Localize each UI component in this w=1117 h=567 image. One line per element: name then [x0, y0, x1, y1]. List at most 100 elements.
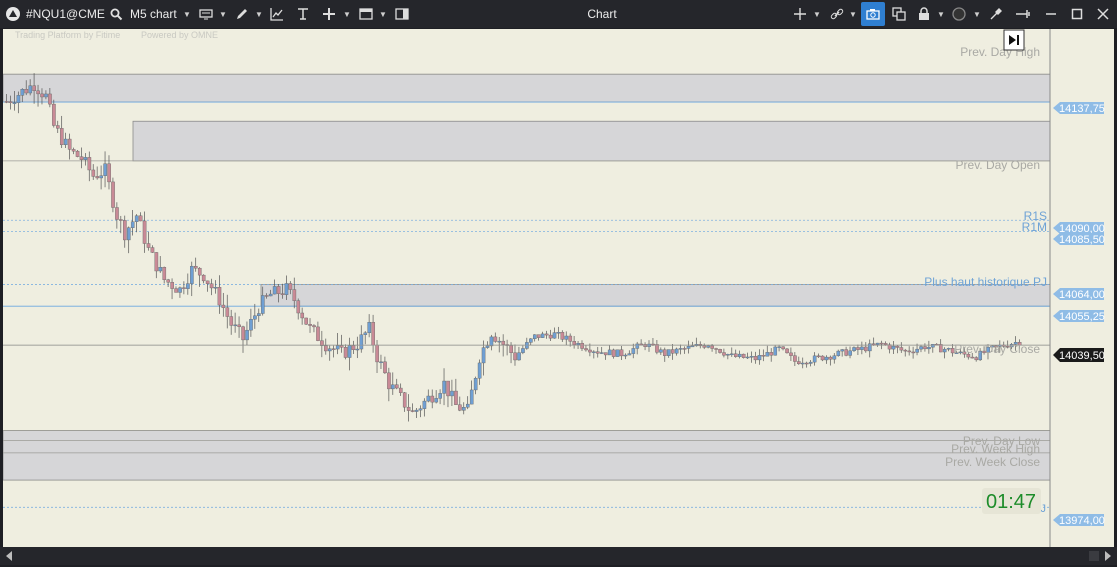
price-chart[interactable]: Trading Platform by Fitime Powered by OM…	[3, 29, 1114, 547]
link-dropdown-icon[interactable]: ▼	[848, 0, 858, 28]
candle-body	[714, 348, 718, 350]
candle-body	[611, 349, 616, 357]
crosshair-dropdown-icon[interactable]: ▼	[812, 0, 822, 28]
candle-body	[99, 175, 104, 179]
candle-body	[903, 349, 908, 352]
candle-body	[450, 390, 454, 397]
candle-body	[95, 176, 100, 179]
templates-icon[interactable]	[294, 0, 312, 28]
chart-type-icon[interactable]	[197, 0, 215, 28]
title-bar: #NQU1@CME M5 chart ▼ ▼ ▼ ▼ ▼ Chart ▼ ▼ ▼…	[0, 0, 1117, 28]
candle-body	[678, 348, 683, 350]
zone-0	[3, 73, 1051, 103]
candle-body	[280, 293, 285, 295]
candle-body	[682, 348, 687, 350]
j-label: J	[1041, 503, 1047, 515]
layout-dropdown-icon[interactable]: ▼	[378, 0, 388, 28]
duplicate-icon[interactable]	[890, 0, 908, 28]
minimize-icon[interactable]	[1042, 0, 1060, 28]
candle-body	[824, 356, 829, 361]
svg-text:14064,00: 14064,00	[1059, 289, 1105, 301]
candle-body	[371, 322, 375, 346]
maximize-icon[interactable]	[1068, 0, 1086, 28]
candle-body	[328, 348, 332, 352]
candle-body	[225, 307, 230, 317]
candle-body	[123, 220, 127, 241]
candle-body	[174, 288, 178, 293]
scroll-right-icon[interactable]	[1105, 551, 1111, 561]
candle-body	[789, 352, 793, 356]
candle-body	[335, 345, 340, 350]
candle-body	[146, 243, 151, 248]
candle-body	[564, 335, 569, 340]
candle-body	[477, 362, 482, 379]
candle-body	[52, 103, 56, 126]
drawing-pencil-icon[interactable]	[233, 0, 251, 28]
status-circle-icon[interactable]	[950, 0, 968, 28]
chart-type-dropdown-icon[interactable]: ▼	[218, 0, 228, 28]
horizontal-scrollbar[interactable]	[0, 547, 1117, 565]
timeframe-dropdown-icon[interactable]: ▼	[182, 0, 192, 28]
add-icon[interactable]	[320, 0, 338, 28]
candle-body	[797, 361, 801, 365]
candle-body	[20, 89, 25, 96]
status-dropdown-icon[interactable]: ▼	[972, 0, 982, 28]
price-tag-14137: 14137,75	[1053, 102, 1105, 115]
candle-body	[4, 101, 9, 103]
candle-body	[264, 295, 269, 297]
camera-icon[interactable]	[861, 2, 885, 26]
candle-body	[59, 128, 64, 146]
candle-body	[773, 346, 778, 356]
candle-body	[312, 325, 316, 328]
candle-body	[170, 282, 174, 289]
candle-body	[473, 378, 478, 391]
candle-body	[864, 346, 868, 352]
layout-icon[interactable]	[357, 0, 375, 28]
chart-area[interactable]: Trading Platform by Fitime Powered by OM…	[3, 29, 1114, 547]
symbol-label[interactable]: #NQU1@CME	[26, 0, 108, 28]
candle-body	[383, 361, 387, 374]
candle-body	[848, 350, 852, 356]
candle-body	[619, 349, 624, 357]
candle-body	[119, 219, 123, 221]
candle-body	[875, 342, 880, 345]
candle-body	[753, 356, 758, 361]
link-icon[interactable]	[828, 0, 846, 28]
candle-body	[249, 319, 253, 331]
candle-body	[324, 345, 328, 352]
tools-icon[interactable]	[987, 0, 1005, 28]
pin-icon[interactable]	[1014, 0, 1032, 28]
drawing-dropdown-icon[interactable]: ▼	[254, 0, 264, 28]
scroll-to-end-icon[interactable]	[1003, 29, 1025, 51]
candle-body	[316, 326, 320, 341]
indicators-icon[interactable]	[268, 0, 286, 28]
candle-body	[761, 355, 766, 357]
candle-body	[560, 332, 565, 340]
candle-body	[911, 351, 916, 354]
crosshair-icon[interactable]	[792, 0, 808, 28]
panels-icon[interactable]	[393, 0, 411, 28]
candle-body	[186, 283, 190, 289]
candle-body	[816, 355, 821, 358]
candle-body	[83, 157, 88, 160]
candle-body	[438, 393, 442, 399]
scroll-thumb[interactable]	[1089, 551, 1099, 561]
add-dropdown-icon[interactable]: ▼	[342, 0, 352, 28]
candle-body	[150, 247, 155, 253]
lock-icon[interactable]	[916, 0, 932, 28]
timeframe-selector[interactable]: M5 chart	[130, 0, 182, 28]
candle-body	[844, 349, 848, 356]
candle-body	[615, 349, 620, 357]
candle-body	[257, 313, 261, 316]
app-logo-icon[interactable]	[4, 0, 22, 28]
candle-body	[103, 163, 107, 176]
search-icon[interactable]	[108, 0, 124, 28]
candle-body	[670, 349, 675, 354]
lock-dropdown-icon[interactable]: ▼	[936, 0, 946, 28]
candle-body	[454, 390, 458, 405]
scroll-left-icon[interactable]	[6, 551, 12, 561]
candle-body	[828, 356, 833, 360]
close-icon[interactable]	[1094, 0, 1112, 28]
candle-body	[706, 345, 711, 348]
candle-body	[142, 220, 147, 244]
